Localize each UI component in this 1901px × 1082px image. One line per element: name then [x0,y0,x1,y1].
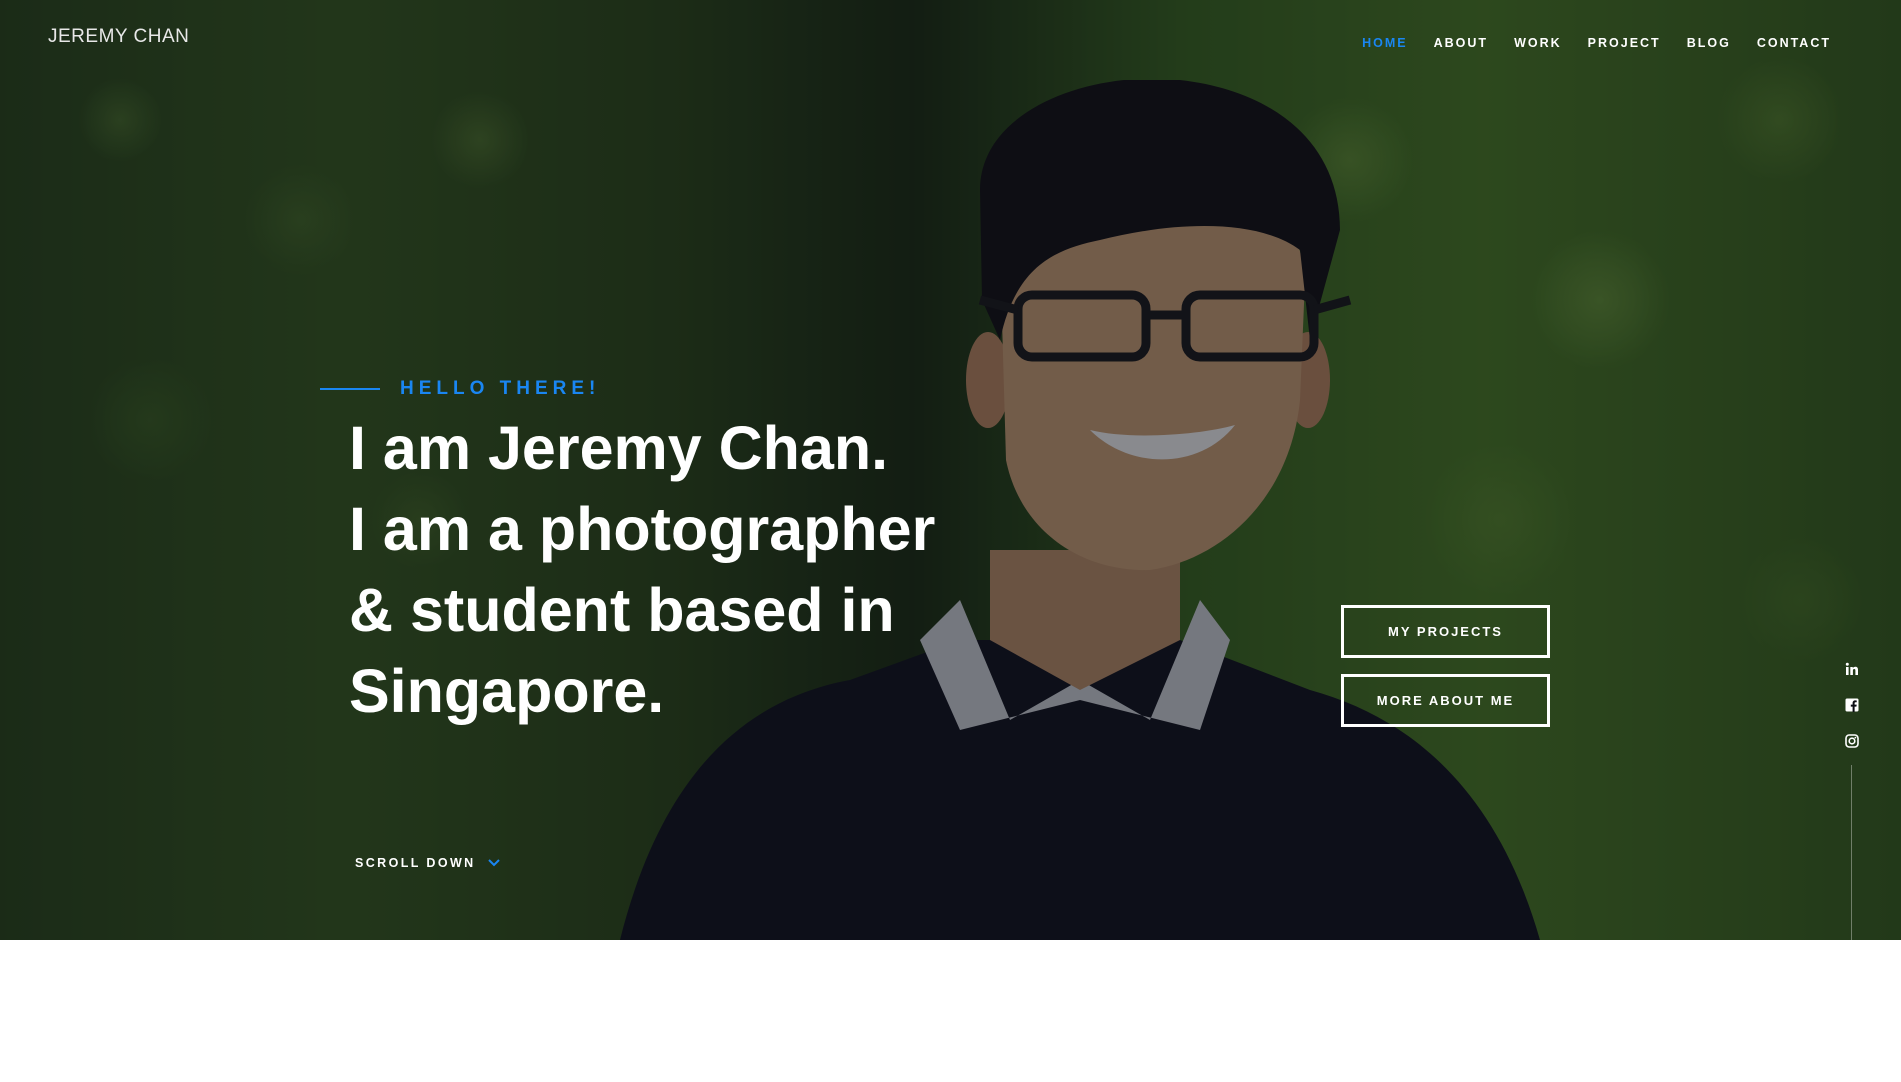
instagram-icon[interactable] [1843,732,1860,749]
nav-work[interactable]: WORK [1514,36,1562,50]
hero-section: JEREMY CHAN HOME ABOUT WORK PROJECT BLOG… [0,0,1901,940]
nav-home[interactable]: HOME [1362,36,1408,50]
hero-kicker: HELLO THERE! [400,378,601,399]
social-links [1843,660,1860,749]
kicker-divider [320,388,380,390]
headline-line: I am Jeremy Chan. [349,414,889,482]
scroll-down-label: SCROLL DOWN [355,856,476,870]
linkedin-icon[interactable] [1843,660,1860,677]
nav-blog[interactable]: BLOG [1687,36,1731,50]
site-logo[interactable]: JEREMY CHAN [48,26,189,48]
facebook-icon[interactable] [1843,696,1860,713]
nav-about[interactable]: ABOUT [1434,36,1488,50]
my-projects-button[interactable]: MY PROJECTS [1341,605,1550,658]
nav-contact[interactable]: CONTACT [1757,36,1831,50]
scroll-down-link[interactable]: SCROLL DOWN [355,856,500,870]
headline-line: & student based in [349,576,895,644]
headline-line: I am a photographer [349,495,936,563]
social-divider [1851,765,1852,940]
hero-headline: I am Jeremy Chan. I am a photographer & … [349,408,1049,732]
main-nav: HOME ABOUT WORK PROJECT BLOG CONTACT [1362,36,1831,50]
chevron-down-icon [487,859,500,867]
headline-line: Singapore. [349,657,665,725]
more-about-me-button[interactable]: MORE ABOUT ME [1341,674,1550,727]
nav-project[interactable]: PROJECT [1588,36,1661,50]
